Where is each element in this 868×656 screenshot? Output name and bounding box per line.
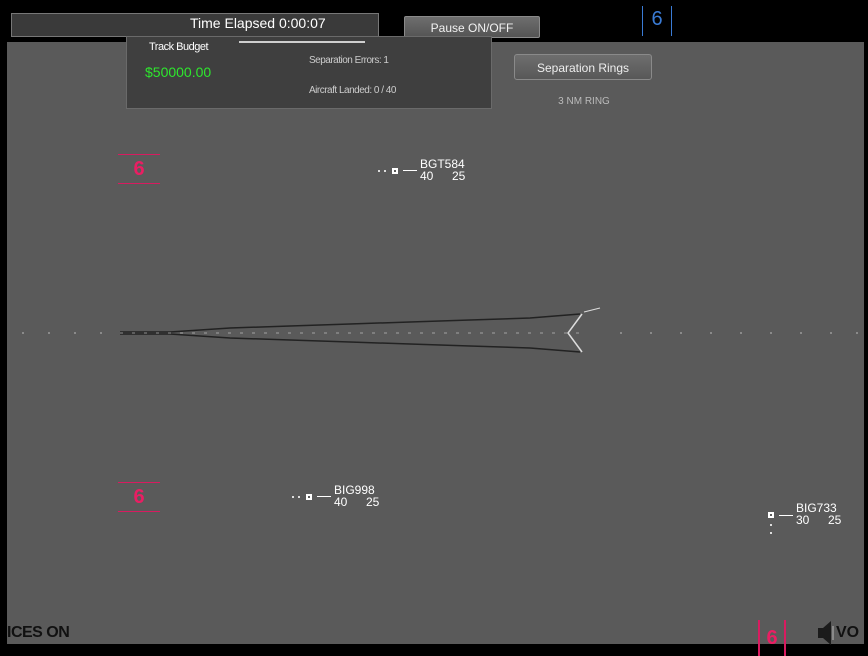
waypoint-marker-top-left: 6 [118,154,160,184]
right-border [864,0,868,656]
separation-errors-text: Separation Errors: 1 [309,55,389,66]
field-dot [740,332,742,334]
field-dot [800,332,802,334]
volume-label: VO [836,624,860,641]
history-dot [298,496,300,498]
field-dot [100,332,102,334]
field-dot [856,332,858,334]
sector-count-indicator: 6 [642,6,672,36]
waypoint-marker-bottom-right: 6 [758,620,786,656]
time-elapsed-label: Time Elapsed 0:00:07 [190,15,326,31]
volume-button[interactable]: VO [816,618,864,650]
left-border [0,0,7,656]
separation-rings-button[interactable]: Separation Rings [514,54,652,80]
history-dot [770,524,772,526]
field-dot [650,332,652,334]
aircraft-symbol-icon[interactable] [392,168,398,174]
budget-panel: Track Budget $50000.00 Separation Errors… [126,36,492,109]
time-elapsed-box: Time Elapsed 0:00:07 [11,13,379,37]
budget-value: $50000.00 [145,64,212,80]
bottom-bar [0,644,868,656]
history-dot [292,496,294,498]
budget-divider [239,41,365,43]
field-dot [620,332,622,334]
aircraft-speed: 25 [366,495,380,509]
aircraft-altitude: 40 [420,169,434,183]
voices-toggle[interactable]: ICES ON [7,624,70,642]
field-dot [710,332,712,334]
ring-distance-label: 3 NM RING [558,96,610,107]
waypoint-marker-bottom-left: 6 [118,482,160,512]
aircraft-altitude: 40 [334,495,348,509]
field-dot [770,332,772,334]
leader-line [403,170,417,171]
speaker-icon [818,621,834,645]
aircraft-speed: 25 [452,169,466,183]
aircraft-altitude: 30 [796,513,810,527]
field-dot [830,332,832,334]
field-dot [48,332,50,334]
field-dot [22,332,24,334]
aircraft-landed-text: Aircraft Landed: 0 / 40 [309,85,396,96]
field-dot [74,332,76,334]
runway-approach-icon [120,307,601,353]
budget-title: Track Budget [149,41,209,53]
pause-button[interactable]: Pause ON/OFF [404,16,540,38]
leader-line [317,496,331,497]
aircraft-symbol-icon[interactable] [768,512,774,518]
aircraft-symbol-icon[interactable] [306,494,312,500]
aircraft-speed: 25 [828,513,842,527]
field-dot [680,332,682,334]
leader-line [779,515,793,516]
history-dot [384,170,386,172]
history-dot [770,532,772,534]
history-dot [378,170,380,172]
